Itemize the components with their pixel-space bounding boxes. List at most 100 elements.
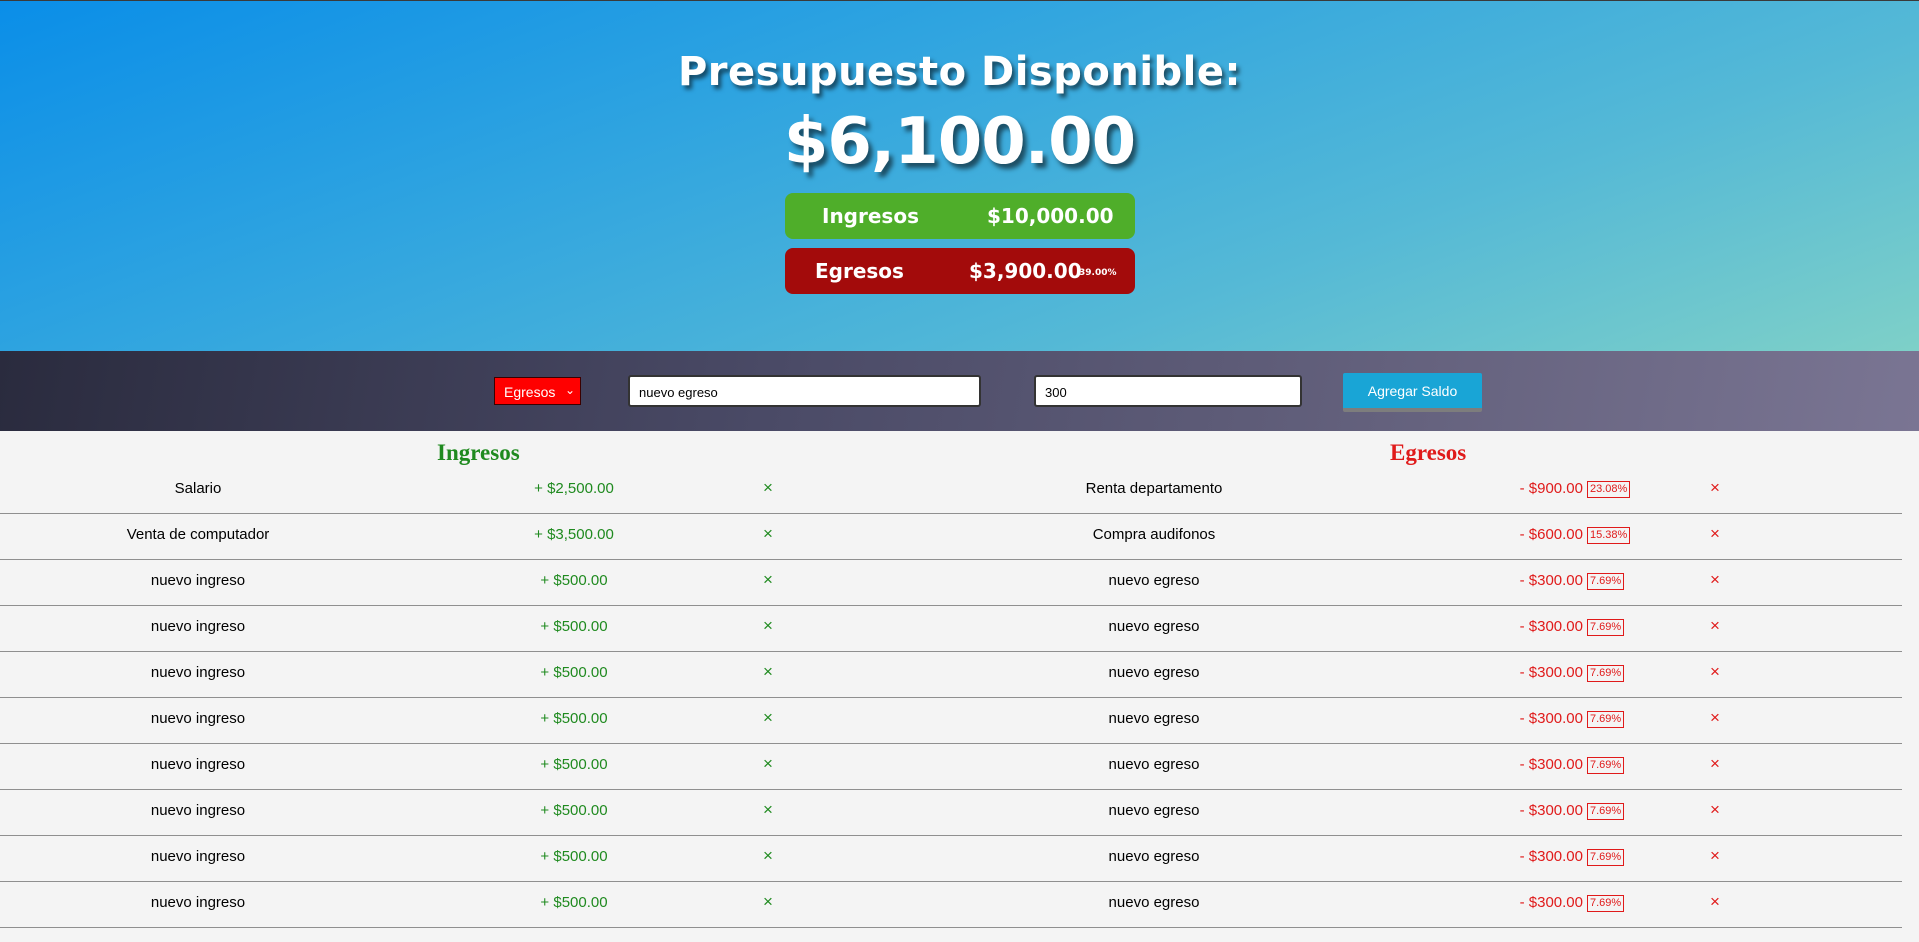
list-row: nuevo ingreso + $500.00 × nuevo egreso - $30…	[0, 698, 1902, 744]
income-value: + $500.00	[540, 756, 608, 773]
income-summary-label: Ingresos	[822, 204, 919, 228]
expense-summary-total: $3,900.00	[969, 259, 1082, 283]
income-value: + $500.00	[540, 710, 608, 727]
list-row: nuevo ingreso + $500.00 × nuevo egreso - $30…	[0, 882, 1902, 928]
expense-description: nuevo egreso	[1108, 802, 1200, 819]
income-description: nuevo ingreso	[150, 894, 246, 911]
expense-percent-badge: 7.69%	[1587, 619, 1625, 636]
amount-input-value: 300	[1045, 385, 1067, 400]
list-row: nuevo ingreso + $500.00 × nuevo egreso - $30…	[0, 606, 1902, 652]
delete-income-icon[interactable]: ×	[763, 754, 773, 774]
income-value: + $500.00	[540, 664, 608, 681]
expense-percent-badge: 7.69%	[1587, 573, 1625, 590]
delete-expense-icon[interactable]: ×	[1710, 846, 1720, 866]
income-value: + $3,500.00	[534, 526, 614, 543]
expense-percent-badge: 7.69%	[1587, 803, 1625, 820]
delete-income-icon[interactable]: ×	[763, 708, 773, 728]
expense-summary-percent: 39.00%	[1079, 268, 1117, 278]
expense-value: - $300.00	[1519, 848, 1583, 865]
delete-expense-icon[interactable]: ×	[1710, 662, 1720, 682]
delete-expense-icon[interactable]: ×	[1710, 708, 1720, 728]
delete-income-icon[interactable]: ×	[763, 892, 773, 912]
list-row: nuevo ingreso + $500.00 × nuevo egreso - $30…	[0, 652, 1902, 698]
income-description: nuevo ingreso	[150, 618, 246, 635]
add-balance-button[interactable]: Agregar Saldo	[1343, 373, 1482, 412]
list-row: nuevo ingreso + $500.00 × nuevo egreso - $30…	[0, 744, 1902, 790]
expense-summary: Egresos $3,900.00 39.00%	[785, 248, 1135, 294]
income-description: nuevo ingreso	[150, 756, 246, 773]
expense-description: nuevo egreso	[1108, 894, 1200, 911]
income-description: nuevo ingreso	[150, 710, 246, 727]
expense-percent-badge: 7.69%	[1587, 757, 1625, 774]
delete-expense-icon[interactable]: ×	[1710, 616, 1720, 636]
expense-percent-badge: 23.08%	[1587, 481, 1631, 498]
expense-value: - $300.00	[1519, 756, 1583, 773]
page-title: Presupuesto Disponible:	[677, 49, 1242, 95]
type-select[interactable]: Egresos ⌄	[494, 377, 581, 405]
income-description: nuevo ingreso	[150, 802, 246, 819]
available-budget-amount: $6,100.00	[783, 105, 1136, 179]
expense-summary-label: Egresos	[815, 259, 904, 283]
expense-description: nuevo egreso	[1108, 756, 1200, 773]
amount-input[interactable]: 300	[1034, 375, 1302, 407]
expense-description: nuevo egreso	[1108, 572, 1200, 589]
income-description: Venta de computador	[126, 526, 270, 543]
expense-description: nuevo egreso	[1108, 664, 1200, 681]
income-value: + $500.00	[540, 894, 608, 911]
list-row: Salario + $2,500.00 × Renta departamento - $…	[0, 468, 1902, 514]
expense-description: Renta departamento	[1085, 480, 1223, 497]
list-row: nuevo ingreso + $500.00 × nuevo egreso - $30…	[0, 836, 1902, 882]
income-summary-total: $10,000.00	[987, 204, 1114, 228]
delete-income-icon[interactable]: ×	[763, 524, 773, 544]
income-value: + $500.00	[540, 802, 608, 819]
expense-value: - $300.00	[1519, 894, 1583, 911]
expense-value: - $300.00	[1519, 710, 1583, 727]
list-row: Venta de computador + $3,500.00 × Compra au…	[0, 514, 1902, 560]
income-description: nuevo ingreso	[150, 664, 246, 681]
delete-income-icon[interactable]: ×	[763, 616, 773, 636]
expense-value: - $600.00	[1519, 526, 1583, 543]
expense-description: nuevo egreso	[1108, 618, 1200, 635]
description-input[interactable]: nuevo egreso	[628, 375, 981, 407]
expense-percent-badge: 7.69%	[1587, 849, 1625, 866]
delete-expense-icon[interactable]: ×	[1710, 754, 1720, 774]
income-value: + $500.00	[540, 848, 608, 865]
income-description: nuevo ingreso	[150, 572, 246, 589]
delete-income-icon[interactable]: ×	[763, 478, 773, 498]
description-input-value: nuevo egreso	[639, 385, 718, 400]
budget-header: Presupuesto Disponible: $6,100.00 Ingres…	[0, 0, 1919, 351]
delete-income-icon[interactable]: ×	[763, 800, 773, 820]
income-value: + $500.00	[540, 572, 608, 589]
income-value: + $500.00	[540, 618, 608, 635]
income-summary: Ingresos $10,000.00	[785, 193, 1135, 239]
delete-income-icon[interactable]: ×	[763, 662, 773, 682]
list-row: nuevo ingreso + $500.00 × nuevo egreso - $30…	[0, 790, 1902, 836]
expense-description: Compra audifonos	[1092, 526, 1216, 543]
delete-expense-icon[interactable]: ×	[1710, 478, 1720, 498]
expense-percent-badge: 15.38%	[1587, 527, 1631, 544]
delete-income-icon[interactable]: ×	[763, 570, 773, 590]
expense-description: nuevo egreso	[1108, 848, 1200, 865]
income-description: nuevo ingreso	[150, 848, 246, 865]
expense-percent-badge: 7.69%	[1587, 665, 1625, 682]
income-list-title: Ingresos	[437, 440, 520, 465]
expense-value: - $300.00	[1519, 664, 1583, 681]
delete-expense-icon[interactable]: ×	[1710, 800, 1720, 820]
expense-percent-badge: 7.69%	[1587, 895, 1625, 912]
income-value: + $2,500.00	[534, 480, 614, 497]
expense-value: - $300.00	[1519, 802, 1583, 819]
type-select-value: Egresos	[504, 384, 556, 400]
expense-list-title: Egresos	[1390, 440, 1467, 465]
expense-percent-badge: 7.69%	[1587, 711, 1625, 728]
expense-value: - $300.00	[1519, 572, 1583, 589]
delete-expense-icon[interactable]: ×	[1710, 570, 1720, 590]
expense-value: - $300.00	[1519, 618, 1583, 635]
delete-income-icon[interactable]: ×	[763, 846, 773, 866]
list-row: nuevo ingreso + $500.00 × nuevo egreso - $30…	[0, 560, 1902, 606]
expense-value: - $900.00	[1519, 480, 1583, 497]
income-description: Salario	[174, 480, 222, 497]
delete-expense-icon[interactable]: ×	[1710, 892, 1720, 912]
expense-description: nuevo egreso	[1108, 710, 1200, 727]
delete-expense-icon[interactable]: ×	[1710, 524, 1720, 544]
chevron-down-icon: ⌄	[564, 383, 575, 397]
